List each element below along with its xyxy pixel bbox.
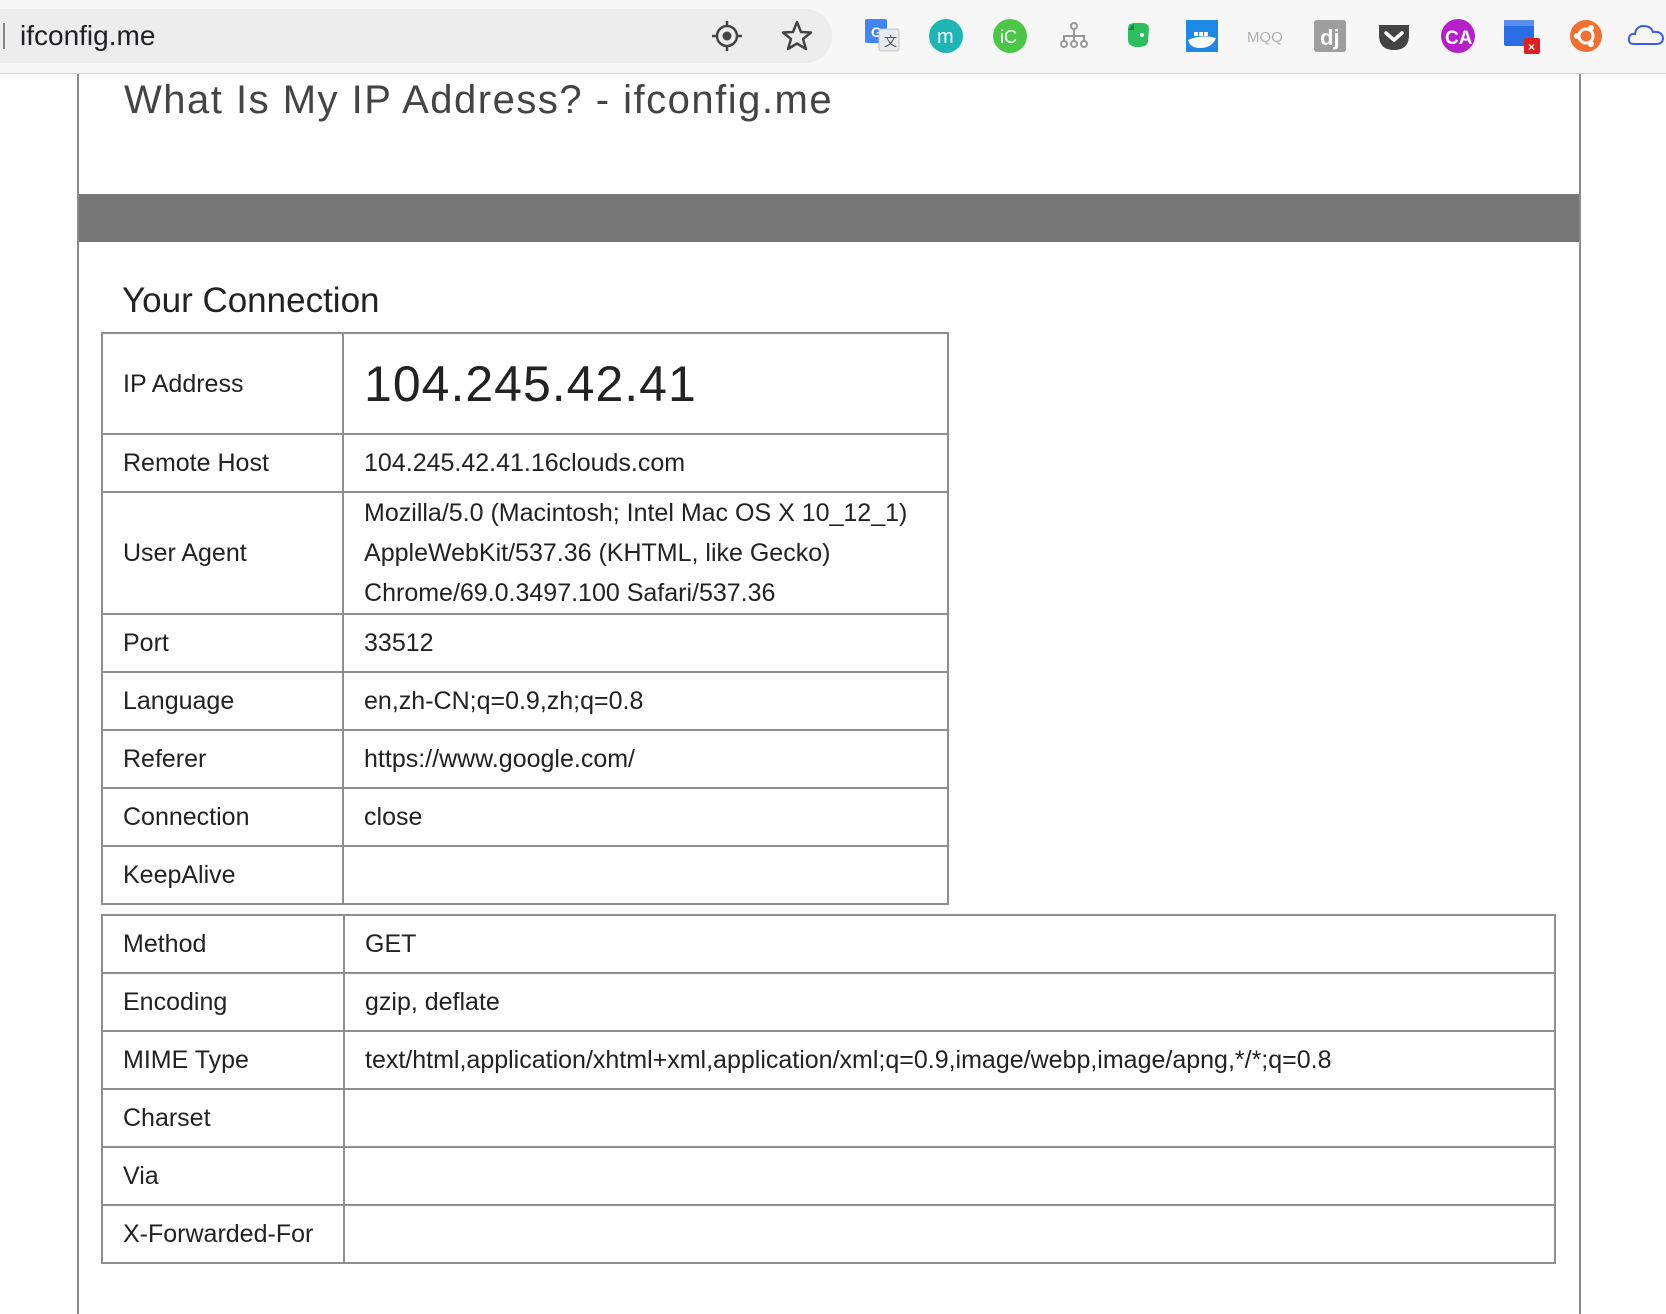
row-value: gzip, deflate [343,972,1556,1032]
evernote-icon[interactable] [1118,16,1158,56]
url-text[interactable]: ifconfig.me [20,19,155,53]
user-agent-value: Mozilla/5.0 (Macintosh; Intel Mac OS X 1… [342,491,949,615]
address-bar[interactable]: ifconfig.me [0,9,832,63]
table-row: Language en,zh-CN;q=0.9,zh;q=0.8 [100,671,949,731]
pocket-icon[interactable] [1374,16,1414,56]
django-icon[interactable]: dj [1310,16,1350,56]
location-target-icon[interactable] [710,19,744,53]
table-row: Charset [101,1088,1556,1148]
row-label: X-Forwarded-For [101,1204,345,1264]
mqq-label: MQQ [1247,29,1283,46]
svg-text:iC: iC [1000,27,1017,47]
table-row: Via [101,1146,1556,1206]
cloud-icon[interactable] [1626,16,1666,56]
svg-text:dj: dj [1320,25,1340,50]
row-value [342,845,949,905]
table-row: Encoding gzip, deflate [101,972,1556,1032]
table-row: Remote Host 104.245.42.41.16clouds.com [100,433,949,493]
table-row: KeepAlive [100,845,949,905]
ubuntu-icon[interactable] [1566,16,1606,56]
page-title: What Is My IP Address? - ifconfig.me [124,78,834,122]
row-label: Referer [100,729,345,789]
connection-table: IP Address 104.245.42.41 Remote Host 104… [100,332,949,905]
table-row: MIME Type text/html,application/xhtml+xm… [101,1030,1556,1090]
row-label: KeepAlive [100,845,345,905]
header-band [79,194,1579,242]
table-row: Port 33512 [100,613,949,673]
browser-toolbar: ifconfig.me G文 m iC MQQ dj CA × [0,0,1666,74]
text-caret [3,23,5,49]
row-value [343,1204,1556,1264]
row-label: Method [101,914,345,974]
table-row: X-Forwarded-For [101,1204,1556,1264]
svg-text:CA: CA [1445,28,1473,49]
table-row: Referer https://www.google.com/ [100,729,949,789]
google-translate-icon[interactable]: G文 [862,16,902,56]
section-title: Your Connection [122,281,380,320]
svg-text:m: m [937,26,954,48]
screen-capture-icon[interactable]: × [1502,16,1542,56]
mqq-icon[interactable]: MQQ [1246,16,1286,56]
row-value: https://www.google.com/ [342,729,949,789]
row-label: Via [101,1146,345,1206]
row-value: text/html,application/xhtml+xml,applicat… [343,1030,1556,1090]
icloud-icon[interactable]: iC [990,16,1030,56]
row-label: User Agent [100,491,345,615]
row-label: Port [100,613,345,673]
svg-text:文: 文 [884,34,897,49]
sitemap-icon[interactable] [1054,16,1094,56]
connection-table-wide: Method GET Encoding gzip, deflate MIME T… [101,914,1556,1264]
table-row: User Agent Mozilla/5.0 (Macintosh; Intel… [100,491,949,615]
bookmark-star-icon[interactable] [780,19,814,53]
row-label: Connection [100,787,345,847]
row-label: Charset [101,1088,345,1148]
row-label: Encoding [101,972,345,1032]
row-value [343,1088,1556,1148]
row-value: close [342,787,949,847]
page-container: What Is My IP Address? - ifconfig.me You… [77,74,1581,1314]
row-value: GET [343,914,1556,974]
row-value: 33512 [342,613,949,673]
table-row: IP Address 104.245.42.41 [100,332,949,435]
row-label: MIME Type [101,1030,345,1090]
ca-icon[interactable]: CA [1438,16,1478,56]
row-label: Remote Host [100,433,345,493]
docker-icon[interactable] [1182,16,1222,56]
row-label: IP Address [100,332,345,435]
row-value: en,zh-CN;q=0.9,zh;q=0.8 [342,671,949,731]
row-value [343,1146,1556,1206]
row-label: Language [100,671,345,731]
ip-address-value: 104.245.42.41 [342,332,949,435]
svg-text:×: × [1528,40,1535,54]
table-row: Connection close [100,787,949,847]
table-row: Method GET [101,914,1556,974]
mendeley-icon[interactable]: m [926,16,966,56]
row-value: 104.245.42.41.16clouds.com [342,433,949,493]
